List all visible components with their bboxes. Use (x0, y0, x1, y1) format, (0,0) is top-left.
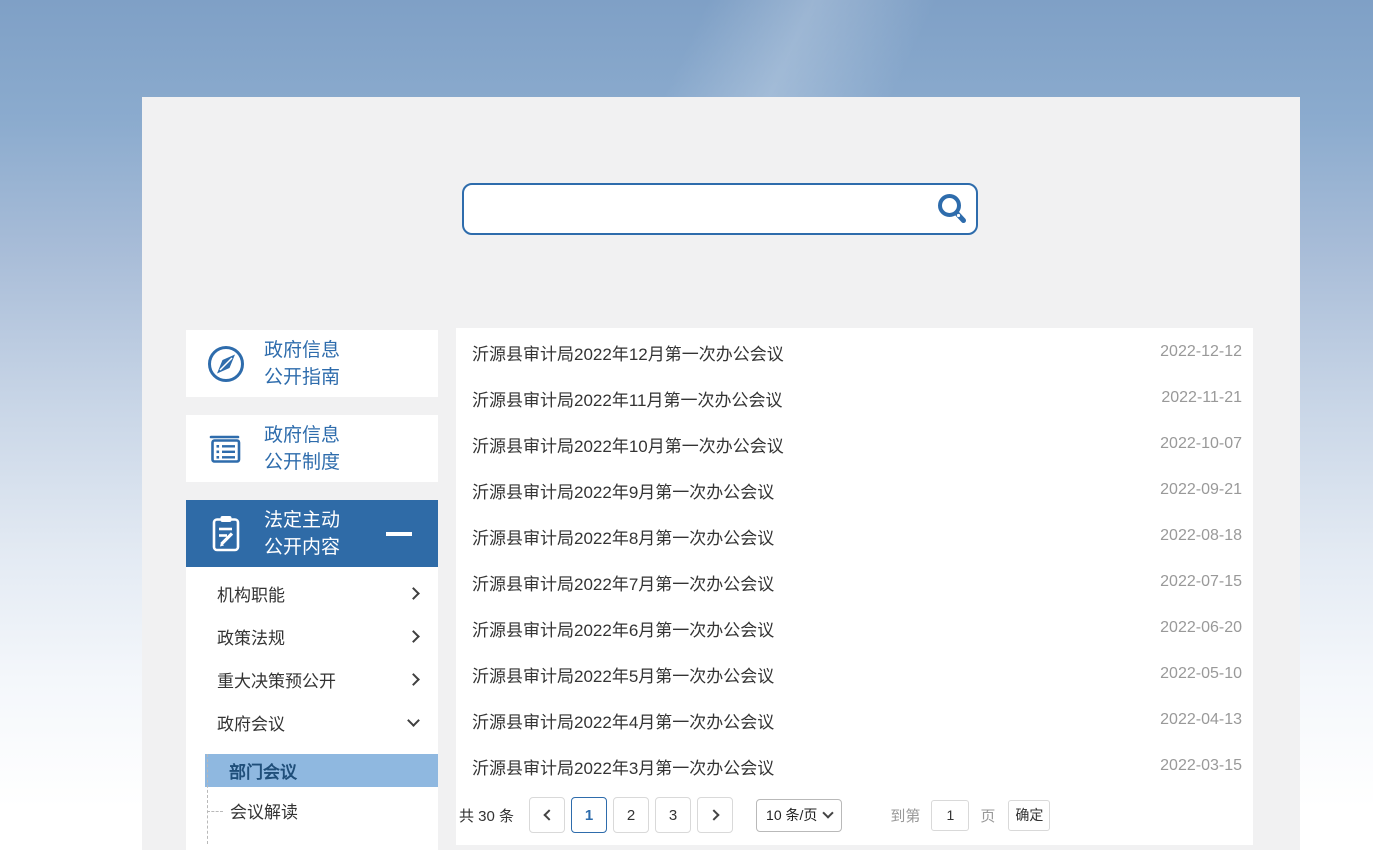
page-button-2[interactable]: 2 (613, 797, 649, 833)
sidebar-item-label: 政府信息 公开指南 (264, 337, 340, 391)
menu-item-label: 政府会议 (217, 710, 285, 735)
list-item[interactable]: 沂源县审计局2022年10月第一次办公会议 2022-10-07 (456, 421, 1253, 467)
confirm-button[interactable]: 确定 (1008, 800, 1050, 831)
news-title-link[interactable]: 沂源县审计局2022年4月第一次办公会议 (472, 708, 1140, 733)
sidebar-item-org-functions[interactable]: 机构职能 (186, 572, 438, 615)
chevron-right-icon (407, 587, 420, 600)
total-count-label: 共 30 条 (459, 805, 514, 826)
sidebar-submenu-card: 机构职能 政策法规 重大决策预公开 政府会议 部门会议 会议解读 (186, 567, 438, 850)
news-date: 2022-12-12 (1160, 343, 1242, 361)
news-title-link[interactable]: 沂源县审计局2022年9月第一次办公会议 (472, 478, 1140, 503)
news-list-panel: 沂源县审计局2022年12月第一次办公会议 2022-12-12 沂源县审计局2… (456, 328, 1253, 845)
goto-page-input[interactable] (931, 800, 969, 831)
sidebar-subitem-department-meetings[interactable]: 部门会议 (205, 754, 438, 787)
chevron-right-icon (708, 809, 719, 820)
list-item[interactable]: 沂源县审计局2022年7月第一次办公会议 2022-07-15 (456, 559, 1253, 605)
page-button-3[interactable]: 3 (655, 797, 691, 833)
list-item[interactable]: 沂源县审计局2022年4月第一次办公会议 2022-04-13 (456, 697, 1253, 743)
sidebar-item-gov-info-guide[interactable]: 政府信息 公开指南 (186, 330, 438, 397)
goto-page-suffix: 页 (980, 805, 995, 826)
chevron-right-icon (407, 630, 420, 643)
page-button-1[interactable]: 1 (571, 797, 607, 833)
pagination: 共 30 条 1 2 3 10 条/页 到第 页 确定 (456, 797, 1253, 833)
book-icon (202, 425, 250, 473)
news-title-link[interactable]: 沂源县审计局2022年12月第一次办公会议 (472, 340, 1140, 365)
sidebar-item-label: 政府信息 公开制度 (264, 422, 340, 476)
list-item[interactable]: 沂源县审计局2022年11月第一次办公会议 2022-11-21 (456, 375, 1253, 421)
search-input[interactable] (464, 185, 928, 233)
news-title-link[interactable]: 沂源县审计局2022年7月第一次办公会议 (472, 570, 1140, 595)
goto-page-prefix: 到第 (890, 805, 920, 826)
news-date: 2022-03-15 (1160, 757, 1242, 775)
sidebar-item-label: 法定主动 公开内容 (264, 507, 340, 561)
news-date: 2022-11-21 (1161, 389, 1242, 407)
sidebar-item-major-decisions[interactable]: 重大决策预公开 (186, 658, 438, 701)
news-date: 2022-07-15 (1160, 573, 1242, 591)
page-size-select[interactable]: 10 条/页 (756, 799, 842, 832)
chevron-down-icon (823, 807, 834, 818)
sidebar-item-gov-info-system[interactable]: 政府信息 公开制度 (186, 415, 438, 482)
menu-item-label: 机构职能 (217, 581, 285, 606)
list-item[interactable]: 沂源县审计局2022年8月第一次办公会议 2022-08-18 (456, 513, 1253, 559)
menu-item-label: 重大决策预公开 (217, 667, 336, 692)
news-date: 2022-04-13 (1160, 711, 1242, 729)
search-button[interactable] (928, 185, 976, 233)
list-item[interactable]: 沂源县审计局2022年3月第一次办公会议 2022-03-15 (456, 743, 1253, 789)
sidebar-item-policies[interactable]: 政策法规 (186, 615, 438, 658)
sidebar-item-gov-meetings[interactable]: 政府会议 (186, 701, 438, 744)
news-date: 2022-05-10 (1160, 665, 1242, 683)
compass-icon (202, 340, 250, 388)
news-title-link[interactable]: 沂源县审计局2022年5月第一次办公会议 (472, 662, 1140, 687)
news-title-link[interactable]: 沂源县审计局2022年3月第一次办公会议 (472, 754, 1140, 779)
list-item[interactable]: 沂源县审计局2022年12月第一次办公会议 2022-12-12 (456, 329, 1253, 375)
content-area: 政府信息 公开指南 政府信息 公开制度 (142, 97, 1300, 850)
chevron-down-icon (407, 714, 420, 727)
next-page-button[interactable] (697, 797, 733, 833)
news-date: 2022-08-18 (1160, 527, 1242, 545)
list-item[interactable]: 沂源县审计局2022年6月第一次办公会议 2022-06-20 (456, 605, 1253, 651)
menu-item-label: 会议解读 (230, 798, 298, 823)
chevron-left-icon (543, 809, 554, 820)
tree-line (207, 754, 208, 844)
sidebar: 政府信息 公开指南 政府信息 公开制度 (186, 330, 438, 850)
menu-item-label: 政策法规 (217, 624, 285, 649)
list-item[interactable]: 沂源县审计局2022年5月第一次办公会议 2022-05-10 (456, 651, 1253, 697)
news-date: 2022-10-07 (1160, 435, 1242, 453)
sidebar-subitem-meeting-interpretation[interactable]: 会议解读 (186, 787, 438, 834)
clipboard-pencil-icon (202, 510, 250, 558)
tree-connector (207, 811, 223, 812)
prev-page-button[interactable] (529, 797, 565, 833)
minus-icon (386, 532, 412, 536)
news-date: 2022-06-20 (1160, 619, 1242, 637)
page-size-label: 10 条/页 (766, 805, 817, 825)
search-bar (462, 183, 978, 235)
news-title-link[interactable]: 沂源县审计局2022年11月第一次办公会议 (472, 386, 1141, 411)
news-date: 2022-09-21 (1160, 481, 1242, 499)
search-icon (935, 192, 969, 226)
list-item[interactable]: 沂源县审计局2022年9月第一次办公会议 2022-09-21 (456, 467, 1253, 513)
news-title-link[interactable]: 沂源县审计局2022年10月第一次办公会议 (472, 432, 1140, 457)
news-title-link[interactable]: 沂源县审计局2022年6月第一次办公会议 (472, 616, 1140, 641)
news-title-link[interactable]: 沂源县审计局2022年8月第一次办公会议 (472, 524, 1140, 549)
sidebar-item-legal-disclosure[interactable]: 法定主动 公开内容 (186, 500, 438, 567)
chevron-right-icon (407, 673, 420, 686)
